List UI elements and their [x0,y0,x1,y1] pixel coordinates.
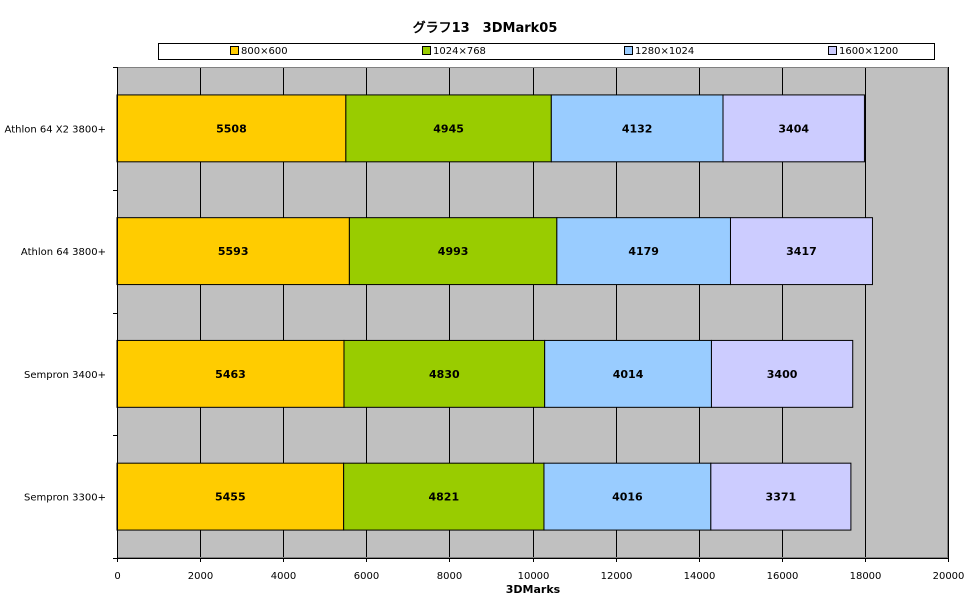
data-label-1-0: 5593 [218,245,249,258]
data-label-0-1: 4945 [433,122,464,135]
x-tick-label-9: 18000 [850,571,882,582]
data-label-1-3: 3417 [786,245,817,258]
data-label-3-3: 3371 [766,491,797,504]
x-tick-label-0: 0 [114,571,120,582]
x-tick-label-3: 6000 [354,571,379,582]
x-tick-label-7: 14000 [684,571,716,582]
data-label-2-2: 4014 [613,368,644,381]
x-tick-label-2: 4000 [271,571,296,582]
data-label-2-0: 5463 [215,368,246,381]
x-tick-label-10: 20000 [933,571,965,582]
category-label-0: Athlon 64 X2 3800+ [5,124,106,135]
category-label-2: Sempron 3400+ [24,370,106,381]
x-tick-label-6: 12000 [601,571,633,582]
data-label-2-3: 3400 [767,368,798,381]
x-tick-label-8: 16000 [767,571,799,582]
data-label-1-2: 4179 [628,245,659,258]
data-label-3-0: 5455 [215,491,246,504]
x-tick-label-5: 10000 [518,571,550,582]
data-label-2-1: 4830 [429,368,460,381]
x-tick-label-4: 8000 [437,571,462,582]
data-label-3-1: 4821 [428,491,459,504]
x-axis-label: 3DMarks [505,583,561,596]
plot-area: 5508 4945 4132 3404 Athlon 64 X2 3800+ 5593 49… [5,67,965,582]
x-tick-label-1: 2000 [188,571,213,582]
category-label-3: Sempron 3300+ [24,493,106,504]
data-label-0-2: 4132 [622,122,653,135]
data-label-3-2: 4016 [612,491,643,504]
data-label-0-3: 3404 [778,122,809,135]
data-label-1-1: 4993 [438,245,469,258]
category-label-1: Athlon 64 3800+ [21,247,106,258]
data-label-0-0: 5508 [216,122,247,135]
